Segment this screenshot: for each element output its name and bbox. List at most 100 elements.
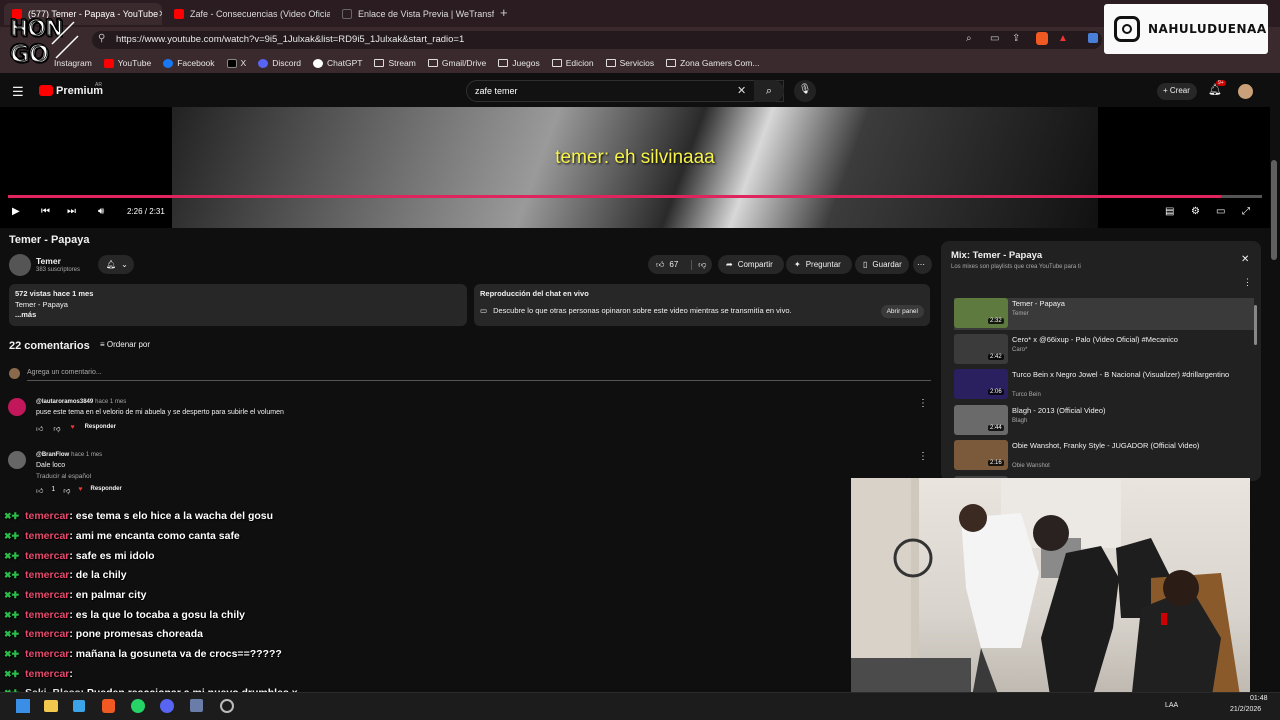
bookmark-stream[interactable]: Stream xyxy=(374,58,416,68)
ask-button[interactable]: ✦ Preguntar xyxy=(786,255,852,274)
subtitles-icon[interactable]: ▤ xyxy=(1165,206,1174,217)
mix-item-channel: Turco Bein xyxy=(1012,392,1041,398)
extension-icon[interactable] xyxy=(1088,33,1098,43)
facebook-icon xyxy=(163,58,174,68)
reply-button[interactable]: Responder xyxy=(85,424,116,433)
discord-icon xyxy=(258,58,269,68)
bell-icon: 🔔︎ xyxy=(106,260,117,269)
thumbs-down-icon[interactable]: 👎︎ xyxy=(691,259,706,270)
settings-gear-icon[interactable]: ⚙ xyxy=(1191,206,1200,217)
translate-link[interactable]: Traducir al español xyxy=(36,473,122,480)
show-more-link[interactable]: ...más xyxy=(15,310,461,321)
file-explorer-icon[interactable] xyxy=(44,700,58,712)
clear-search-icon[interactable]: ✕ xyxy=(737,84,746,97)
comment-avatar[interactable] xyxy=(8,451,26,469)
description-box[interactable]: 572 vistas hace 1 mes Temer - Papaya ...… xyxy=(9,284,467,326)
video-player[interactable]: temer: eh silvinaaa ▶ ⏮ ⏭ 🔊︎ 2:26 / 2:31… xyxy=(0,107,1270,228)
youtube-logo-icon[interactable] xyxy=(39,85,53,96)
tab-wetransfer[interactable]: Enlace de Vista Previa | WeTransfer xyxy=(334,3,494,25)
fullscreen-icon[interactable]: ⤢ xyxy=(1242,206,1250,217)
add-comment-input[interactable]: Agrega un comentario... xyxy=(27,369,931,381)
bookmark-servicios[interactable]: Servicios xyxy=(605,58,654,68)
bookmark-facebook[interactable]: Facebook xyxy=(163,58,215,68)
comment-author[interactable]: @lautaroramos3849 xyxy=(36,399,93,405)
duration-badge: 2:06 xyxy=(988,389,1004,395)
bookmark-discord[interactable]: Discord xyxy=(258,58,301,68)
mix-item[interactable]: 2:16 Obie Wanshot, Franky Style - JUGADOR… xyxy=(954,440,1254,472)
site-info-icon[interactable]: ⚲ xyxy=(98,33,105,44)
mix-item-channel: Temer xyxy=(1012,311,1029,317)
notification-count-badge: 9+ xyxy=(1216,80,1226,86)
share-button[interactable]: ➦ Compartir xyxy=(718,255,784,274)
comment-menu-icon[interactable]: ⋮ xyxy=(918,398,928,409)
bookmark-x[interactable]: X xyxy=(226,58,246,68)
windows-start-icon[interactable] xyxy=(16,699,30,713)
channel-avatar[interactable] xyxy=(9,254,31,276)
url-field[interactable]: ⚲ https://www.youtube.com/watch?v=9i5_1J… xyxy=(92,31,1102,49)
brave-browser-icon[interactable] xyxy=(102,699,115,713)
svg-text:GO: GO xyxy=(10,40,49,68)
clock-date[interactable]: 21/2/2026 xyxy=(1230,706,1261,713)
previous-icon[interactable]: ⏮ xyxy=(41,206,50,217)
rewards-icon[interactable]: ▲ xyxy=(1058,33,1068,44)
discord-icon[interactable] xyxy=(160,699,174,713)
account-avatar[interactable] xyxy=(1238,84,1253,99)
zoom-icon[interactable]: ⌕ xyxy=(966,33,972,44)
reply-button[interactable]: Responder xyxy=(91,486,122,495)
search-button[interactable]: ⌕ xyxy=(754,80,784,102)
menu-icon[interactable]: ☰ xyxy=(12,84,24,100)
close-panel-icon[interactable]: ✕ xyxy=(1241,254,1249,265)
mix-scrollbar[interactable] xyxy=(1254,305,1257,345)
volume-icon[interactable]: 🔊︎ xyxy=(98,206,104,217)
panel-menu-icon[interactable]: ⋮ xyxy=(1243,277,1252,288)
play-icon[interactable]: ▶ xyxy=(12,206,20,217)
voice-search-icon[interactable]: 🎙︎ xyxy=(794,80,816,102)
mix-item[interactable]: 2:42 Cero* x @66ixup - Palo (Video Oficia… xyxy=(954,333,1254,366)
thumbs-up-icon[interactable]: 👍︎ xyxy=(36,424,43,433)
calculator-icon[interactable] xyxy=(190,699,203,712)
bookmark-zona-gamers[interactable]: Zona Gamers Com... xyxy=(666,58,759,68)
language-indicator[interactable]: LAA xyxy=(1165,702,1178,709)
mix-item[interactable]: 2:44 Blagh - 2013 (Official Video) Blagh xyxy=(954,404,1254,437)
bookmark-chatgpt[interactable]: ChatGPT xyxy=(313,58,362,68)
thumbs-down-icon[interactable]: 👎︎ xyxy=(63,486,70,495)
chat-badge-icon: ✖✚ xyxy=(4,511,20,521)
share-icon[interactable]: ⇪ xyxy=(1012,33,1020,44)
like-count: 1 xyxy=(51,486,56,493)
chat-text: : ese tema s elo hice a la wacha del gos… xyxy=(69,510,274,522)
channel-name[interactable]: Temer xyxy=(36,256,61,266)
close-tab-icon[interactable]: ✕ xyxy=(158,9,162,20)
cast-icon[interactable]: ▭ xyxy=(990,33,999,44)
whatsapp-icon[interactable] xyxy=(131,699,145,713)
comment-author[interactable]: @BranFlow xyxy=(36,452,69,458)
bookmark-youtube[interactable]: YouTube xyxy=(103,58,151,68)
bookmark-juegos[interactable]: Juegos xyxy=(498,58,540,68)
like-button[interactable]: 👍︎ 67 👎︎ xyxy=(648,255,712,274)
subscription-bell-button[interactable]: 🔔︎ ⌄ xyxy=(98,255,134,274)
tab-zafe[interactable]: Zafe - Consecuencias (Video Oficial) xyxy=(166,3,330,25)
share-icon: ➦ xyxy=(726,260,733,269)
bookmark-gmail-drive[interactable]: Gmail/Drive xyxy=(427,58,487,68)
save-button[interactable]: ▯ Guardar xyxy=(855,255,909,274)
page-scrollbar[interactable] xyxy=(1271,160,1277,260)
mix-item[interactable]: 2:06 Turco Bein x Negro Jowel - B Naciona… xyxy=(954,369,1254,401)
obs-icon[interactable] xyxy=(220,699,234,713)
open-panel-button[interactable]: Abrir panel xyxy=(880,305,924,318)
comment-avatar[interactable] xyxy=(8,398,26,416)
theater-mode-icon[interactable]: ▭ xyxy=(1216,206,1225,217)
more-actions-icon[interactable]: ⋯ xyxy=(913,255,932,274)
store-icon[interactable] xyxy=(73,700,85,712)
bookmark-edicion[interactable]: Edicion xyxy=(551,58,594,68)
thumbs-down-icon[interactable]: 👎︎ xyxy=(53,424,60,433)
new-tab-button[interactable]: + xyxy=(500,5,508,20)
create-button[interactable]: + Crear xyxy=(1157,83,1197,100)
sort-button[interactable]: ≡ Ordenar por xyxy=(100,340,150,349)
video-progress-bar[interactable] xyxy=(8,195,1262,198)
thumbs-up-icon[interactable]: 👍︎ xyxy=(36,486,43,495)
mix-item[interactable]: 2:32 Temer - Papaya Temer xyxy=(954,298,1254,330)
next-icon[interactable]: ⏭ xyxy=(67,206,76,217)
bookmark-label: Gmail/Drive xyxy=(441,58,487,68)
comment-menu-icon[interactable]: ⋮ xyxy=(918,451,928,462)
clock-time[interactable]: 01:48 xyxy=(1250,695,1268,702)
brave-shield-icon[interactable] xyxy=(1036,32,1048,45)
